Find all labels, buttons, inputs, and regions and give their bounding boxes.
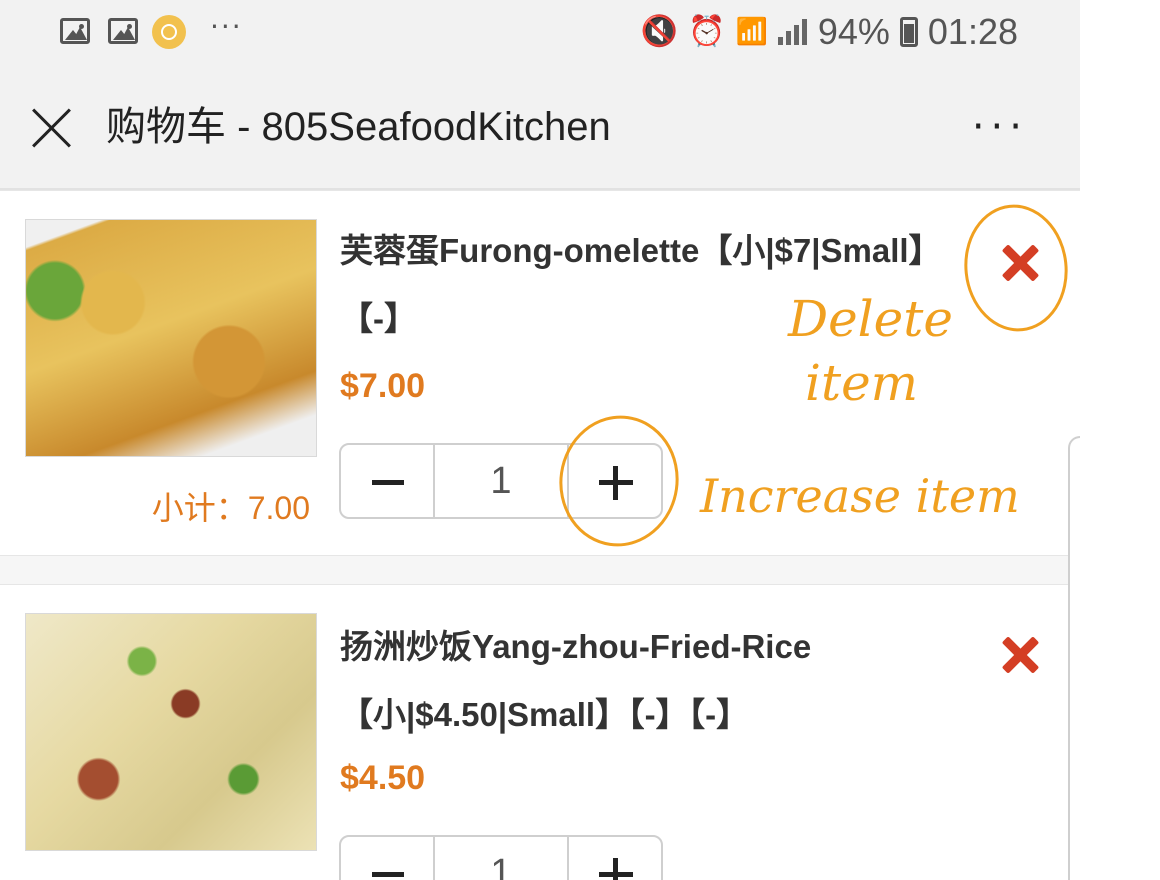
increase-button[interactable]	[569, 837, 661, 880]
item-price: $7.00	[340, 367, 426, 405]
food-image[interactable]	[25, 219, 317, 457]
notification-more-icon: ···	[210, 10, 243, 43]
clock-app-icon	[152, 15, 186, 49]
item-name: 芙蓉蛋Furong-omelette【小|$7|Small】【-】	[340, 232, 942, 337]
status-time: 01:28	[927, 11, 1018, 52]
battery-icon	[899, 17, 918, 47]
gallery-icon	[108, 18, 138, 44]
more-options-icon[interactable]: ···	[972, 94, 1028, 160]
delete-icon[interactable]	[1000, 635, 1040, 675]
page-title: 购物车 - 805SeafoodKitchen	[106, 105, 611, 149]
item-price: $4.50	[340, 759, 426, 797]
item-subtotal: 小计：7.00	[151, 490, 310, 526]
cart-item: 小计：7.00 芙蓉蛋Furong-omelette【小|$7|Small】【-…	[0, 190, 1080, 556]
status-indicators: 🔇 ⏰ 📶 94% 01:28	[641, 12, 1018, 52]
item-name: 扬洲炒饭Yang-zhou-Fried-Rice【小|$4.50|Small】【…	[340, 628, 812, 733]
quantity-value[interactable]: 1	[433, 445, 569, 517]
decrease-button[interactable]	[341, 837, 433, 880]
close-icon[interactable]	[30, 106, 74, 150]
battery-percent: 94%	[817, 11, 890, 52]
mute-vibrate-icon: 🔇	[640, 14, 679, 49]
quantity-stepper: 1	[339, 835, 663, 880]
quantity-stepper: 1	[339, 443, 663, 519]
quantity-value[interactable]: 1	[433, 837, 569, 880]
cart-item: 扬洲炒饭Yang-zhou-Fried-Rice【小|$4.50|Small】【…	[0, 584, 1080, 880]
signal-icon	[777, 19, 808, 45]
food-image[interactable]	[25, 613, 317, 851]
status-bar: ··· 🔇 ⏰ 📶 94% 01:28	[0, 0, 1080, 64]
wifi-icon: 📶	[735, 17, 768, 47]
nav-header: 购物车 - 805SeafoodKitchen ···	[0, 64, 1080, 190]
gallery-icon	[60, 18, 90, 44]
delete-icon[interactable]	[1000, 243, 1040, 283]
scroll-panel-edge	[1068, 436, 1080, 880]
increase-button[interactable]	[569, 445, 661, 517]
phone-screen: ··· 🔇 ⏰ 📶 94% 01:28 购物车 - 805SeafoodKitc…	[0, 0, 1080, 880]
alarm-icon: ⏰	[688, 14, 726, 49]
decrease-button[interactable]	[341, 445, 433, 517]
